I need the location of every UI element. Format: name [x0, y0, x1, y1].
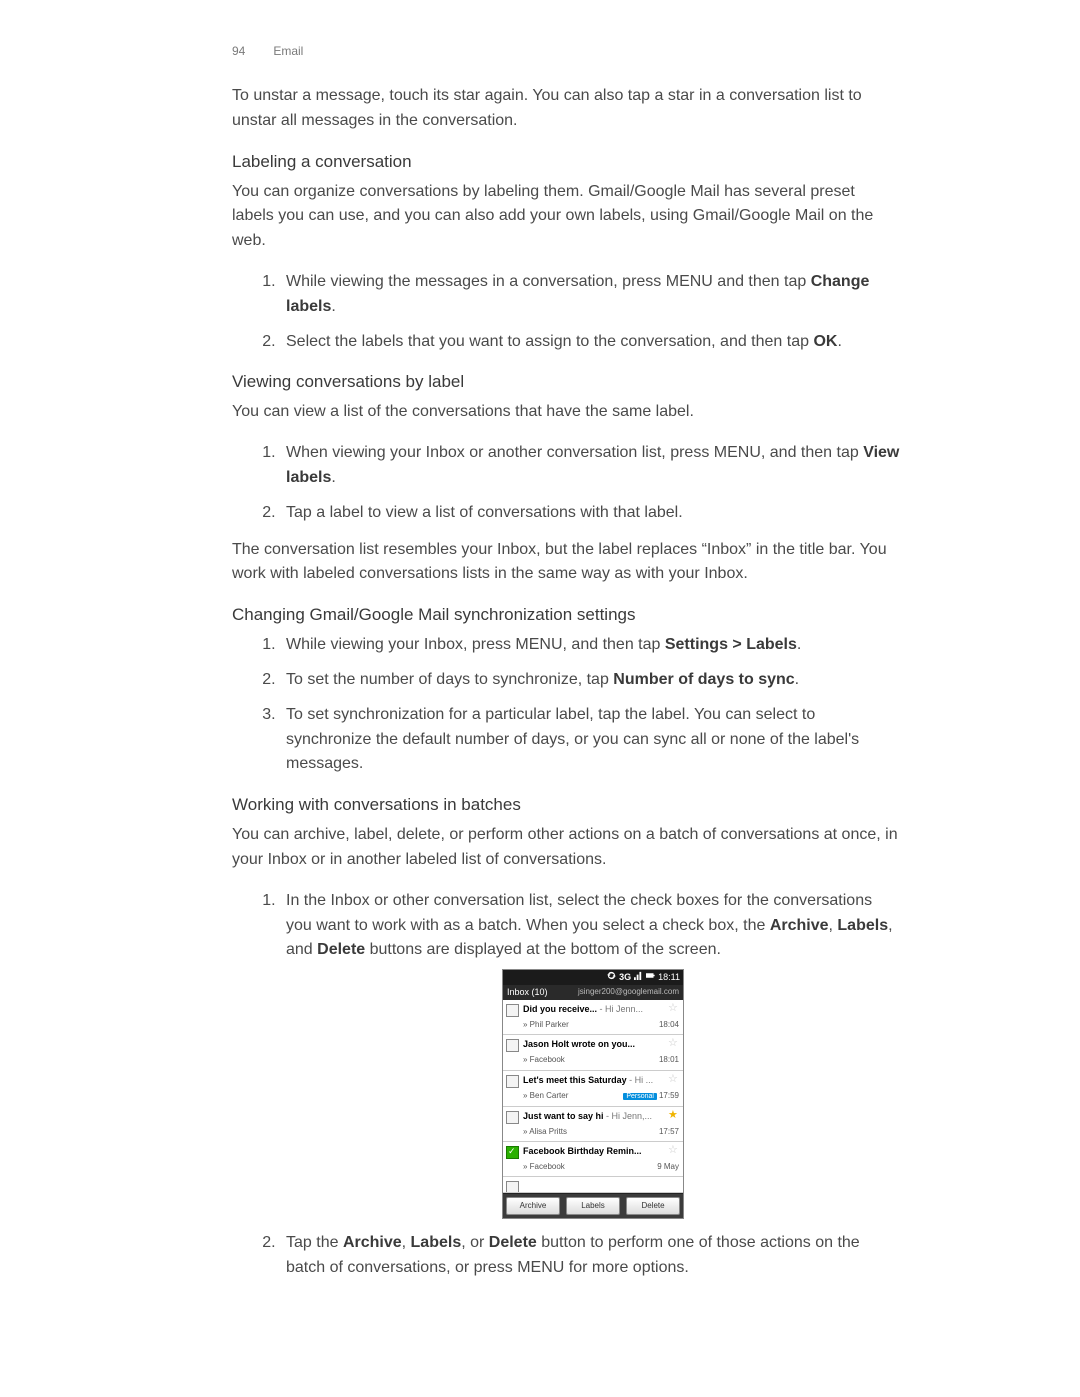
- inbox-title: Inbox (10): [507, 986, 548, 1000]
- battery-icon: [646, 971, 655, 985]
- label-tag: Personal: [623, 1093, 657, 1100]
- page-header: 94 Email: [232, 44, 900, 58]
- list-item: When viewing your Inbox or another conve…: [280, 441, 900, 491]
- timestamp: 17:57: [659, 1127, 679, 1136]
- conversation-list: ☆Did you receive... - Hi Jenn...» Phil P…: [503, 1000, 683, 1193]
- meta-line: » Ben Carter Personal17:59: [523, 1090, 679, 1103]
- meta-line: » Facebook 18:01: [523, 1054, 679, 1066]
- working-paragraph: You can archive, label, delete, or perfo…: [232, 823, 900, 873]
- conversation-row[interactable]: ☆Let's meet this Saturday - Hi ... » Ben …: [503, 1071, 683, 1107]
- batch-button-bar: Archive Labels Delete: [503, 1193, 683, 1218]
- working-steps: In the Inbox or other conversation list,…: [232, 889, 900, 1281]
- checkbox[interactable]: [506, 1146, 519, 1159]
- checkbox[interactable]: [506, 1111, 519, 1124]
- conversation-row-partial: [503, 1177, 683, 1193]
- intro-paragraph: To unstar a message, touch its star agai…: [232, 84, 900, 134]
- account-email: jsinger200@googlemail.com: [578, 986, 679, 998]
- status-bar: 3G 18:11: [503, 970, 683, 985]
- heading-viewing: Viewing conversations by label: [232, 372, 900, 392]
- heading-changing: Changing Gmail/Google Mail synchronizati…: [232, 605, 900, 625]
- subject-line: Did you receive... - Hi Jenn...: [523, 1003, 679, 1017]
- sync-icon: [607, 971, 616, 985]
- checkbox[interactable]: [506, 1181, 519, 1193]
- viewing-paragraph: You can view a list of the conversations…: [232, 400, 900, 425]
- list-item: Select the labels that you want to assig…: [280, 330, 900, 355]
- viewing-after-paragraph: The conversation list resembles your Inb…: [232, 538, 900, 588]
- heading-labeling: Labeling a conversation: [232, 152, 900, 172]
- labels-button[interactable]: Labels: [566, 1197, 620, 1215]
- sender-name: » Facebook: [523, 1161, 565, 1173]
- conversation-row[interactable]: ☆Jason Holt wrote on you... » Facebook 18:…: [503, 1035, 683, 1070]
- conversation-row[interactable]: ☆Facebook Birthday Remin... » Facebook 9 M…: [503, 1142, 683, 1177]
- signal-icon: [634, 971, 643, 985]
- timestamp: 18:01: [659, 1055, 679, 1064]
- list-item: While viewing the messages in a conversa…: [280, 270, 900, 320]
- conversation-row[interactable]: ★Just want to say hi - Hi Jenn,... » Alis…: [503, 1107, 683, 1142]
- subject-line: Facebook Birthday Remin...: [523, 1145, 679, 1159]
- checkbox[interactable]: [506, 1004, 519, 1017]
- list-item: While viewing your Inbox, press MENU, an…: [280, 633, 900, 658]
- archive-button[interactable]: Archive: [506, 1197, 560, 1215]
- checkbox[interactable]: [506, 1075, 519, 1088]
- phone-screenshot: 3G 18:11 Inbox (10) jsinger200@googlemai…: [502, 969, 684, 1219]
- subject-line: Let's meet this Saturday - Hi ...: [523, 1074, 679, 1088]
- meta-line: » Alisa Pritts 17:57: [523, 1126, 679, 1138]
- sender-name: » Facebook: [523, 1054, 565, 1066]
- labeling-paragraph: You can organize conversations by labeli…: [232, 180, 900, 254]
- star-icon[interactable]: ☆: [668, 1037, 680, 1049]
- heading-working: Working with conversations in batches: [232, 795, 900, 815]
- inbox-titlebar: Inbox (10) jsinger200@googlemail.com: [503, 985, 683, 1000]
- page-number: 94: [232, 44, 258, 58]
- status-time: 18:11: [658, 971, 680, 985]
- meta-line: » Phil Parker 18:04: [523, 1019, 679, 1031]
- list-item: In the Inbox or other conversation list,…: [280, 889, 900, 1219]
- star-icon[interactable]: ☆: [668, 1073, 680, 1085]
- document-content: 94 Email To unstar a message, touch its …: [232, 44, 900, 1293]
- changing-steps: While viewing your Inbox, press MENU, an…: [232, 633, 900, 777]
- star-icon[interactable]: ☆: [668, 1144, 680, 1156]
- subject-line: Just want to say hi - Hi Jenn,...: [523, 1110, 679, 1124]
- sender-name: » Alisa Pritts: [523, 1126, 567, 1138]
- timestamp: 18:04: [659, 1020, 679, 1029]
- star-icon[interactable]: ☆: [668, 1002, 680, 1014]
- timestamp: 9 May: [657, 1162, 679, 1171]
- subject-line: Jason Holt wrote on you...: [523, 1038, 679, 1052]
- labeling-steps: While viewing the messages in a conversa…: [232, 270, 900, 354]
- conversation-row[interactable]: ☆Did you receive... - Hi Jenn... » Phil P…: [503, 1000, 683, 1035]
- viewing-steps: When viewing your Inbox or another conve…: [232, 441, 900, 525]
- section-title: Email: [273, 44, 303, 58]
- sender-name: » Ben Carter: [523, 1090, 568, 1102]
- star-icon[interactable]: ★: [668, 1109, 680, 1121]
- list-item: Tap a label to view a list of conversati…: [280, 501, 900, 526]
- list-item: Tap the Archive, Labels, or Delete butto…: [280, 1231, 900, 1281]
- timestamp: 17:59: [659, 1091, 679, 1100]
- network-type: 3G: [619, 971, 631, 985]
- checkbox[interactable]: [506, 1039, 519, 1052]
- list-item: To set synchronization for a particular …: [280, 703, 900, 777]
- sender-name: » Phil Parker: [523, 1019, 569, 1031]
- meta-line: » Facebook 9 May: [523, 1161, 679, 1173]
- list-item: To set the number of days to synchronize…: [280, 668, 900, 693]
- delete-button[interactable]: Delete: [626, 1197, 680, 1215]
